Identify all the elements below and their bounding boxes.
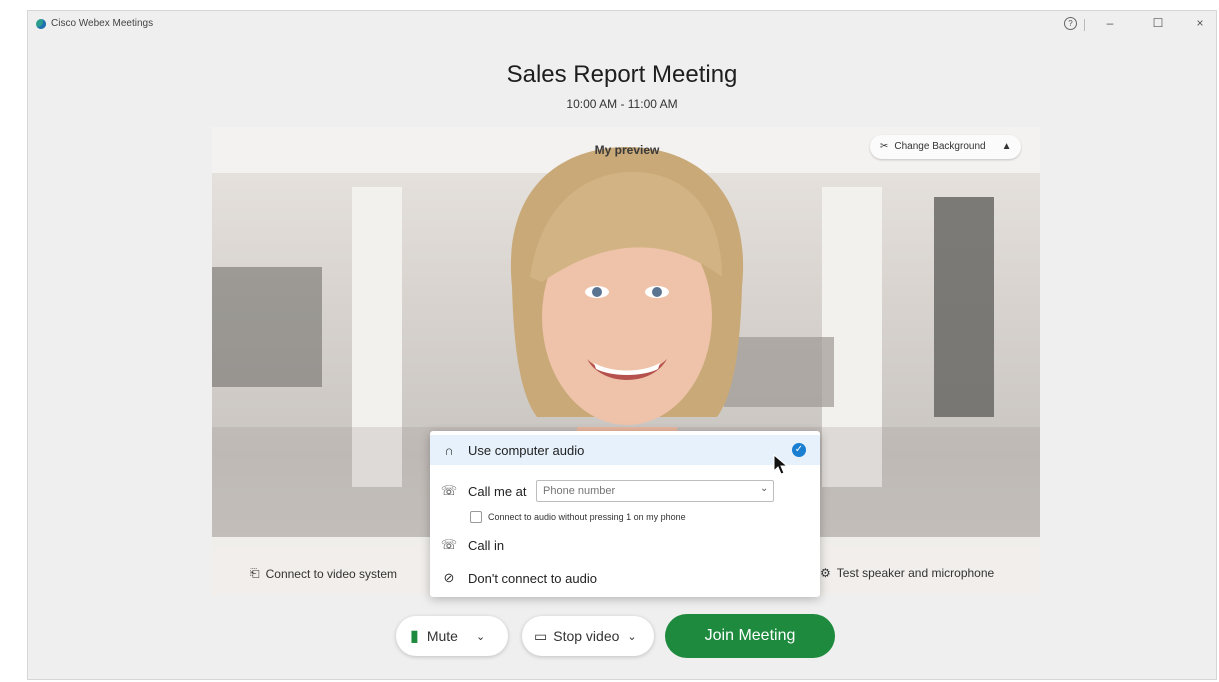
phone-callback-icon: ☏ bbox=[440, 483, 458, 498]
mute-label: Mute bbox=[426, 628, 458, 644]
mute-button[interactable]: ▮ Mute ⌄ bbox=[396, 616, 508, 656]
no-audio-icon: ⊘ bbox=[443, 570, 455, 585]
meeting-time: 10:00 AM - 11:00 AM bbox=[566, 97, 678, 111]
connect-video-system-button[interactable]: ⎗ Connect to video system bbox=[250, 566, 397, 581]
app-window: Cisco Webex Meetings ? – ☐ × Sales Repor… bbox=[27, 10, 1217, 680]
menu-item-call-in[interactable]: ☏ Call in bbox=[430, 530, 820, 560]
menu-item-computer-audio[interactable]: ∩ Use computer audio ✓ bbox=[430, 435, 820, 465]
minimize-button[interactable]: – bbox=[1098, 16, 1122, 30]
close-button[interactable]: × bbox=[1188, 16, 1212, 30]
webex-logo-icon bbox=[36, 19, 46, 29]
video-system-icon: ⎗ bbox=[250, 566, 260, 580]
checkbox[interactable] bbox=[470, 511, 482, 523]
pin-icon: ▲ bbox=[1001, 141, 1012, 152]
checkbox-label: Connect to audio without pressing 1 on m… bbox=[488, 512, 686, 522]
headset-icon: ∩ bbox=[444, 442, 454, 458]
menu-item-label: Use computer audio bbox=[468, 442, 585, 458]
titlebar-divider bbox=[1084, 19, 1085, 31]
chevron-down-icon[interactable]: ⌄ bbox=[627, 630, 636, 643]
menu-item-label: Don't connect to audio bbox=[468, 570, 597, 586]
test-speaker-button[interactable]: ⚙ Test speaker and microphone bbox=[820, 566, 994, 580]
gear-icon: ⚙ bbox=[820, 566, 831, 580]
connect-without-pressing-option[interactable]: Connect to audio without pressing 1 on m… bbox=[470, 511, 686, 523]
help-icon[interactable]: ? bbox=[1064, 17, 1077, 30]
meeting-title: Sales Report Meeting bbox=[506, 61, 738, 88]
menu-item-label: Call me at bbox=[468, 483, 527, 499]
mouse-cursor-icon bbox=[773, 454, 789, 475]
maximize-button[interactable]: ☐ bbox=[1146, 16, 1170, 30]
chevron-down-icon[interactable]: ⌄ bbox=[476, 630, 485, 643]
app-title: Cisco Webex Meetings bbox=[51, 18, 154, 29]
preview-label: My preview bbox=[594, 143, 660, 157]
menu-item-no-audio[interactable]: ⊘ Don't connect to audio bbox=[430, 563, 820, 593]
magic-wand-icon: ✂ bbox=[880, 141, 889, 152]
connect-video-label: Connect to video system bbox=[265, 566, 398, 581]
title-bar: Cisco Webex Meetings ? – ☐ × bbox=[28, 11, 1216, 41]
test-speaker-label: Test speaker and microphone bbox=[836, 566, 995, 580]
video-camera-icon: ▭ bbox=[534, 627, 548, 644]
microphone-icon: ▮ bbox=[410, 628, 419, 645]
change-background-button[interactable]: ✂ Change Background ▲ bbox=[870, 135, 1022, 159]
phone-call-icon: ☏ bbox=[440, 537, 458, 552]
menu-item-label: Call in bbox=[468, 537, 505, 553]
change-background-label: Change Background bbox=[894, 141, 986, 152]
chevron-down-icon[interactable]: ⌄ bbox=[760, 483, 768, 494]
phone-number-input[interactable] bbox=[536, 480, 774, 502]
join-meeting-button[interactable]: Join Meeting bbox=[665, 614, 835, 658]
checkmark-icon: ✓ bbox=[792, 443, 806, 457]
stop-video-label: Stop video bbox=[553, 628, 620, 644]
stop-video-button[interactable]: ▭ Stop video ⌄ bbox=[522, 616, 654, 656]
audio-options-menu: ∩ Use computer audio ✓ ☏ Call me at ⌄ Co… bbox=[430, 431, 820, 597]
